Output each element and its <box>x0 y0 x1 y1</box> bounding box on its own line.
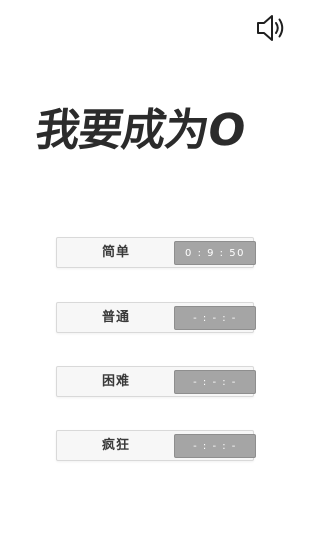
game-title: 我要成为O <box>32 105 249 156</box>
level-button-normal[interactable]: 普通 - : - : - <box>56 302 256 333</box>
best-time-display: - : - : - <box>174 370 256 394</box>
level-button-hard[interactable]: 困难 - : - : - <box>56 366 256 397</box>
best-time-display: 0 : 9 : 50 <box>174 241 256 265</box>
best-time-display: - : - : - <box>174 306 256 330</box>
level-label: 困难 <box>101 374 130 389</box>
level-button-crazy[interactable]: 疯狂 - : - : - <box>56 430 256 461</box>
level-label: 普通 <box>101 310 130 325</box>
sound-toggle-button[interactable] <box>255 13 287 43</box>
best-time-display: - : - : - <box>174 434 256 458</box>
level-label: 简单 <box>101 245 130 260</box>
level-label: 疯狂 <box>101 438 130 453</box>
level-button-easy[interactable]: 简单 0 : 9 : 50 <box>56 237 256 268</box>
speaker-volume-icon <box>257 15 284 41</box>
